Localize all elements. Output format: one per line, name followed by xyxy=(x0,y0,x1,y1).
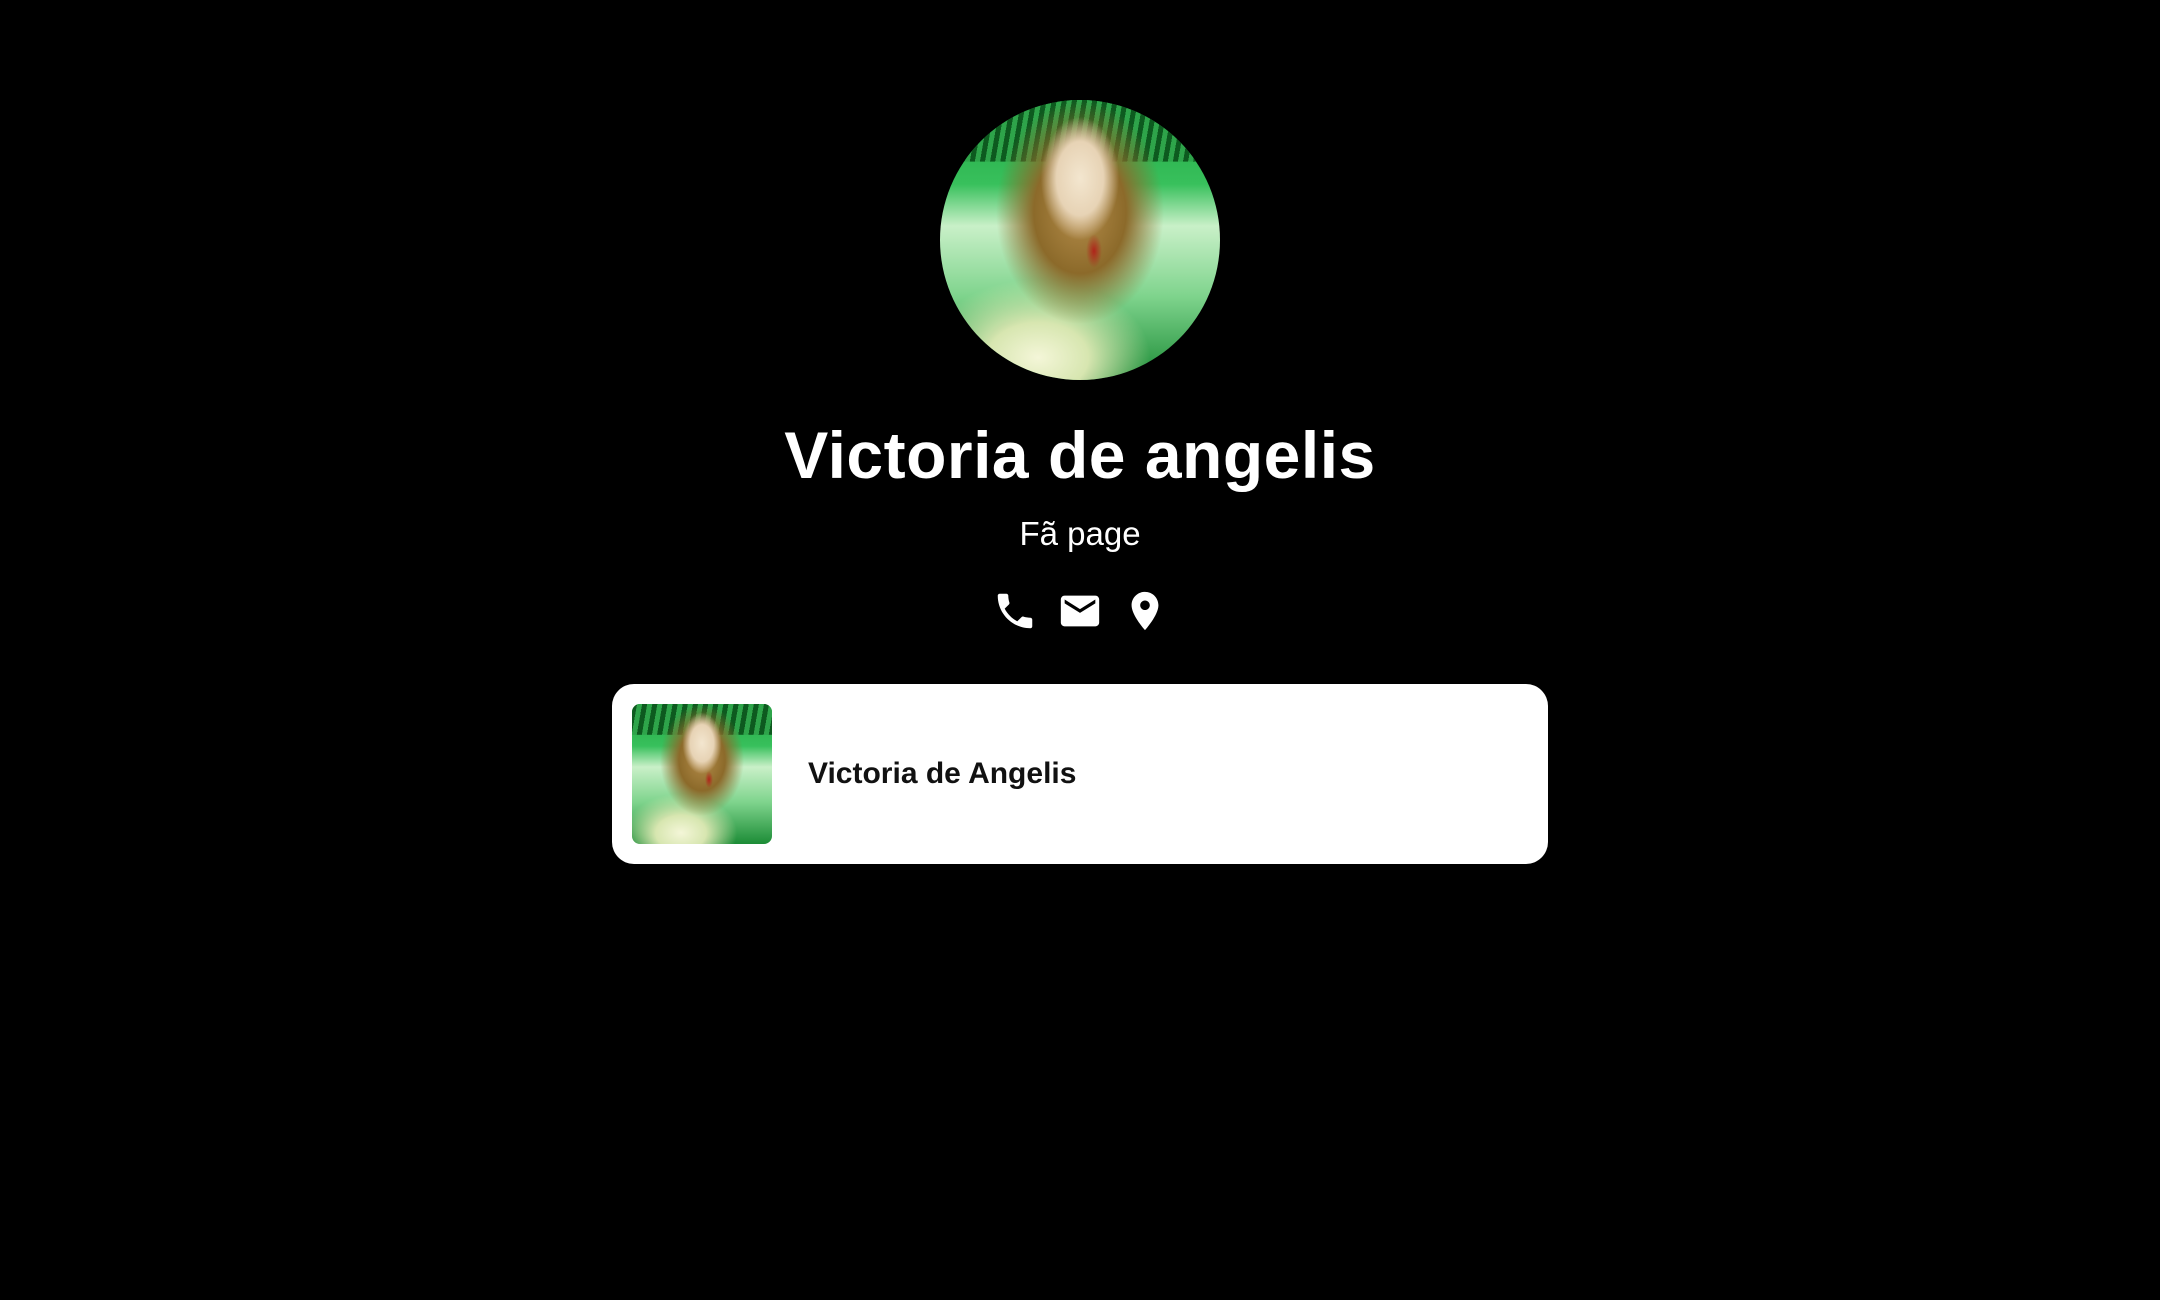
phone-icon xyxy=(997,593,1033,629)
email-button[interactable] xyxy=(1055,586,1105,636)
photo-thumbnail xyxy=(632,704,772,844)
link-title: Victoria de Angelis xyxy=(808,757,1077,790)
location-pin-icon xyxy=(1131,591,1159,631)
profile-photo xyxy=(940,100,1220,380)
photo-detail xyxy=(704,771,714,788)
phone-button[interactable] xyxy=(990,586,1040,636)
photo-detail xyxy=(1085,234,1103,268)
location-button[interactable] xyxy=(1120,586,1170,636)
profile-subtitle: Fã page xyxy=(1019,515,1141,552)
mail-icon xyxy=(1060,595,1100,627)
profile-page: Victoria de angelis Fã page Victoria de … xyxy=(0,0,2160,1300)
link-card[interactable]: Victoria de Angelis xyxy=(612,684,1548,864)
contact-icons xyxy=(990,586,1170,636)
avatar xyxy=(940,100,1220,380)
profile-name: Victoria de angelis xyxy=(784,418,1376,492)
link-thumbnail xyxy=(632,704,772,844)
